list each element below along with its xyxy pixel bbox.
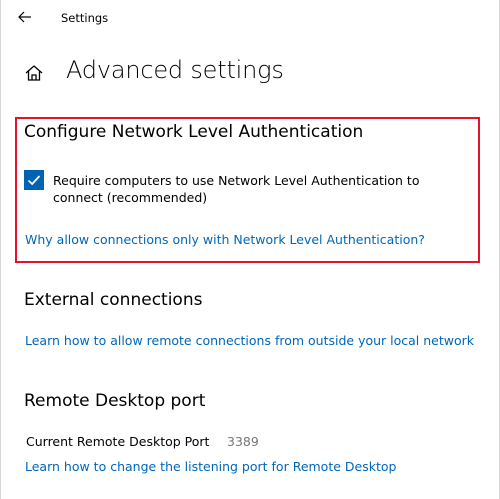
port-value: 3389 (227, 434, 259, 449)
page-title: Advanced settings (66, 56, 284, 84)
checkmark-icon (27, 175, 41, 186)
home-button[interactable] (23, 63, 45, 83)
nla-info-link[interactable]: Why allow connections only with Network … (25, 232, 425, 247)
window-title: Settings (61, 11, 109, 25)
settings-window: Settings Advanced settings Configure Net… (0, 0, 500, 499)
port-label: Current Remote Desktop Port (26, 434, 210, 449)
nla-section-heading: Configure Network Level Authentication (24, 122, 364, 142)
nla-checkbox-label: Require computers to use Network Level A… (53, 173, 420, 205)
change-port-link[interactable]: Learn how to change the listening port f… (25, 459, 396, 474)
external-section-heading: External connections (24, 290, 203, 310)
home-icon (25, 65, 43, 81)
title-bar: Settings (1, 0, 499, 36)
back-button[interactable] (15, 8, 37, 28)
external-connections-link[interactable]: Learn how to allow remote connections fr… (25, 333, 474, 348)
back-arrow-icon (18, 11, 31, 23)
port-section-heading: Remote Desktop port (24, 391, 206, 411)
nla-checkbox[interactable] (24, 170, 44, 190)
